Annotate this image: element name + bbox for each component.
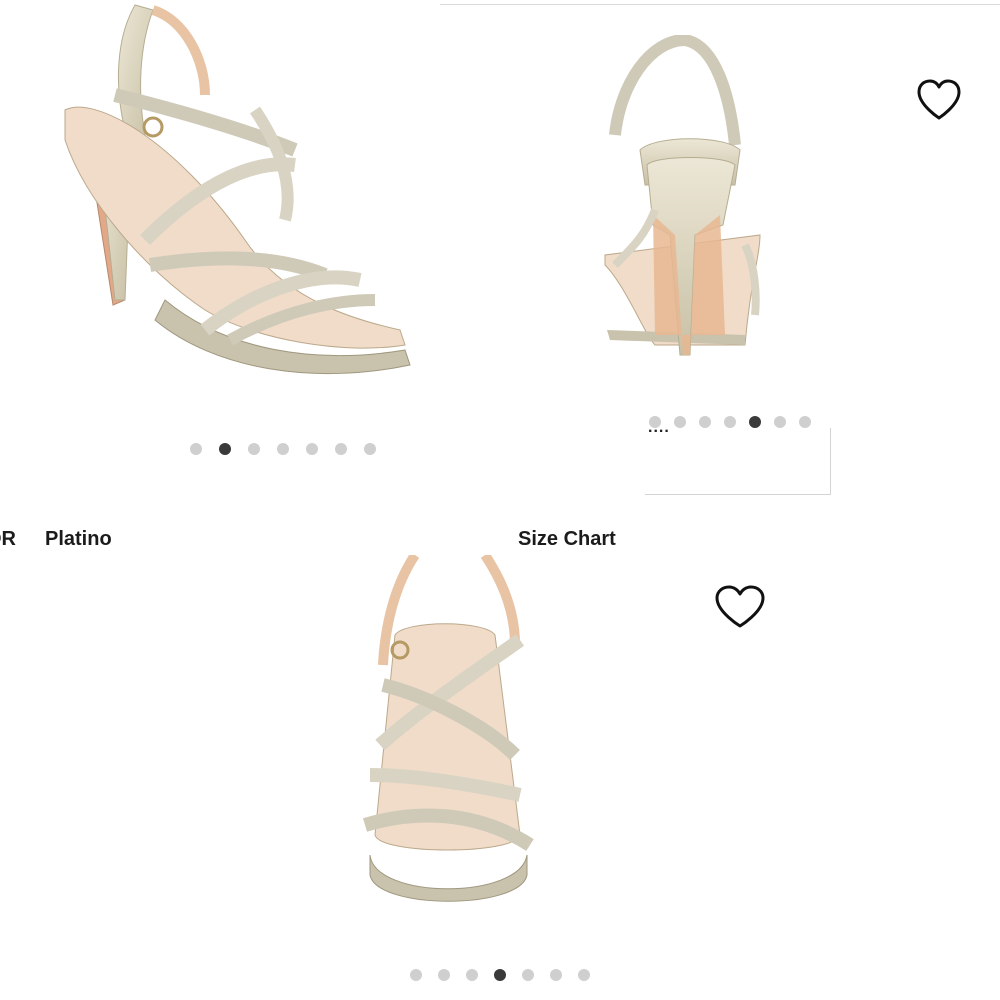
carousel-dot[interactable] [674,416,686,428]
carousel-dot[interactable] [724,416,736,428]
product-image-front-view[interactable] [355,555,540,915]
carousel-dot[interactable] [438,969,450,981]
carousel-dot[interactable] [699,416,711,428]
carousel-dot-active[interactable] [749,416,761,428]
color-label: OR [0,528,16,550]
carousel-dot[interactable] [248,443,260,455]
carousel-dot[interactable] [799,416,811,428]
carousel-dots-side-view [190,443,376,455]
overlay-fragment: .... [645,428,831,495]
carousel-dot[interactable] [578,969,590,981]
carousel-dot[interactable] [277,443,289,455]
carousel-dot[interactable] [550,969,562,981]
carousel-dot[interactable] [335,443,347,455]
size-chart-link[interactable]: Size Chart [518,528,616,551]
favorite-heart-icon[interactable] [916,78,962,122]
carousel-dot[interactable] [306,443,318,455]
product-page: .... OR Platino Size Chart [0,0,1000,1000]
product-image-back-view[interactable] [595,35,770,365]
carousel-dot[interactable] [774,416,786,428]
carousel-dots-front-view [410,969,590,981]
carousel-dots-back-view [649,416,811,428]
favorite-heart-icon[interactable] [714,584,766,630]
overlay-fragment-text: .... [648,428,670,437]
carousel-dot[interactable] [466,969,478,981]
carousel-dot-active[interactable] [494,969,506,981]
carousel-dot[interactable] [410,969,422,981]
color-value: Platino [45,528,112,550]
carousel-dot[interactable] [522,969,534,981]
product-image-side-view[interactable] [55,0,415,400]
carousel-dot[interactable] [364,443,376,455]
carousel-dot[interactable] [649,416,661,428]
carousel-dot-active[interactable] [219,443,231,455]
header-divider [440,0,1000,5]
carousel-dot[interactable] [190,443,202,455]
